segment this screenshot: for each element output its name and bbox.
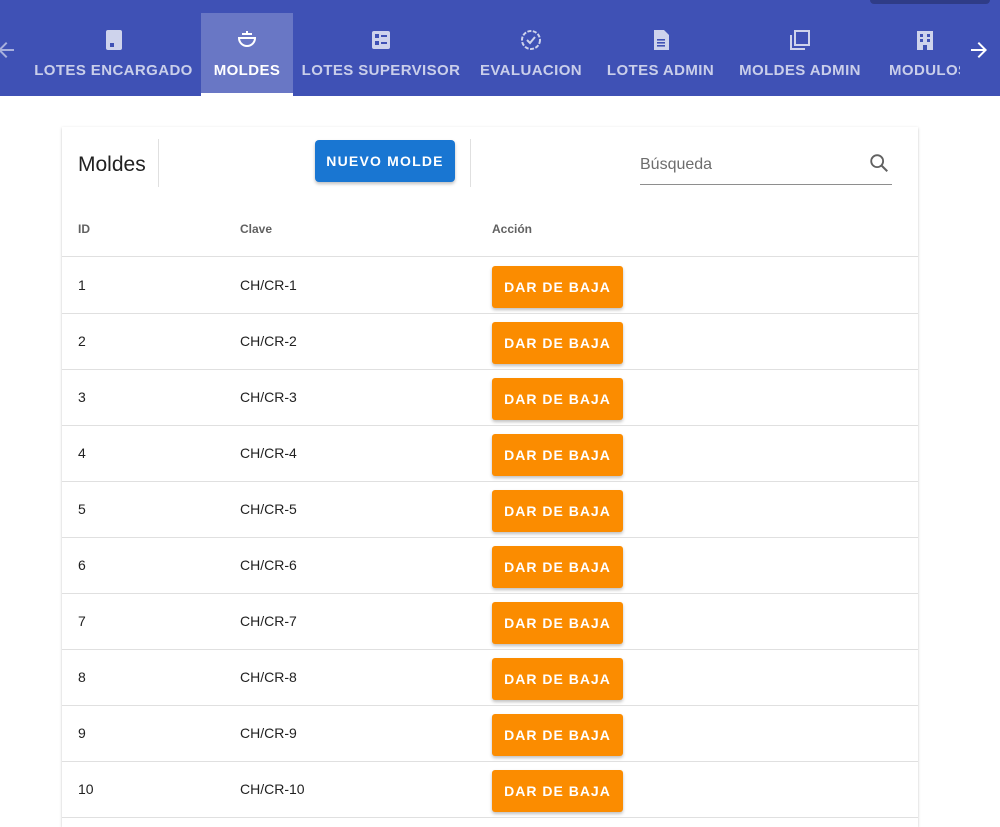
cell-clave: CH/CR-6: [240, 557, 297, 573]
tab-label: MOLDES: [213, 62, 281, 79]
arrow-right-icon[interactable]: [967, 38, 991, 62]
search-field: [640, 149, 892, 185]
tab-lotes-admin[interactable]: LOTES ADMIN: [603, 13, 718, 96]
dar-de-baja-button[interactable]: DAR DE BAJA: [492, 322, 623, 364]
cell-clave: CH/CR-8: [240, 669, 297, 685]
search-input[interactable]: [640, 151, 860, 179]
cell-id: 9: [78, 725, 86, 741]
table-header: ID Clave Acción: [62, 207, 918, 257]
tab-moldes[interactable]: MOLDES: [201, 13, 293, 96]
dar-de-baja-button[interactable]: DAR DE BAJA: [492, 714, 623, 756]
column-header-accion: Acción: [492, 222, 533, 236]
page-title: Moldes: [78, 153, 146, 176]
dar-de-baja-button[interactable]: DAR DE BAJA: [492, 546, 623, 588]
dar-de-baja-button[interactable]: DAR DE BAJA: [492, 490, 623, 532]
table-row: 7 CH/CR-7 DAR DE BAJA: [62, 594, 918, 650]
tab-label: MODULOS: [889, 62, 960, 79]
search-icon[interactable]: [868, 152, 890, 174]
table-row: 3 CH/CR-3 DAR DE BAJA: [62, 370, 918, 426]
table-row: 9 CH/CR-9 DAR DE BAJA: [62, 706, 918, 762]
column-header-clave[interactable]: Clave: [240, 222, 272, 236]
cell-id: 7: [78, 613, 86, 629]
cell-id: 6: [78, 557, 86, 573]
dar-de-baja-button[interactable]: DAR DE BAJA: [492, 266, 623, 308]
tab-lotes-encargado[interactable]: LOTES ENCARGADO: [28, 13, 199, 96]
sd-card-icon: [102, 28, 126, 52]
cell-clave: CH/CR-7: [240, 613, 297, 629]
tab-label: EVALUACION: [479, 62, 583, 79]
table-row: 4 CH/CR-4 DAR DE BAJA: [62, 426, 918, 482]
table-row: 1 CH/CR-1 DAR DE BAJA: [62, 258, 918, 314]
cell-clave: CH/CR-10: [240, 781, 305, 797]
table-row: 10 CH/CR-10 DAR DE BAJA: [62, 762, 918, 818]
dar-de-baja-button[interactable]: DAR DE BAJA: [492, 770, 623, 812]
cell-clave: CH/CR-4: [240, 445, 297, 461]
dar-de-baja-button[interactable]: DAR DE BAJA: [492, 378, 623, 420]
tab-label: LOTES SUPERVISOR: [301, 62, 461, 79]
toolbar-shadow: [870, 0, 990, 4]
toolbar-divider: [470, 139, 471, 187]
cell-id: 3: [78, 389, 86, 405]
cell-id: 8: [78, 669, 86, 685]
bowl-icon: [235, 28, 259, 52]
dar-de-baja-button[interactable]: DAR DE BAJA: [492, 602, 623, 644]
cell-id: 2: [78, 333, 86, 349]
table-row: 5 CH/CR-5 DAR DE BAJA: [62, 482, 918, 538]
moldes-card: Moldes NUEVO MOLDE ID Clave Acción 1 CH/…: [62, 127, 918, 827]
cell-clave: CH/CR-1: [240, 277, 297, 293]
copy-icon: [788, 28, 812, 52]
tab-moldes-admin[interactable]: MOLDES ADMIN: [735, 13, 865, 96]
dar-de-baja-button[interactable]: DAR DE BAJA: [492, 658, 623, 700]
table-row: 8 CH/CR-8 DAR DE BAJA: [62, 650, 918, 706]
checklist-icon: [369, 28, 393, 52]
cell-id: 10: [78, 781, 94, 797]
cell-id: 4: [78, 445, 86, 461]
cell-clave: CH/CR-2: [240, 333, 297, 349]
cell-clave: CH/CR-9: [240, 725, 297, 741]
tab-label: MOLDES ADMIN: [739, 62, 861, 79]
new-mold-button[interactable]: NUEVO MOLDE: [315, 140, 455, 182]
cell-clave: CH/CR-3: [240, 389, 297, 405]
column-header-id[interactable]: ID: [78, 222, 90, 236]
tab-label: LOTES ADMIN: [606, 62, 715, 79]
table-row: 2 CH/CR-2 DAR DE BAJA: [62, 314, 918, 370]
dar-de-baja-button[interactable]: DAR DE BAJA: [492, 434, 623, 476]
building-icon: [913, 28, 937, 52]
nav-tabs: LOTES ENCARGADO MOLDES LOTES SUPERVISOR …: [0, 13, 1000, 96]
cell-id: 1: [78, 277, 86, 293]
cell-clave: CH/CR-5: [240, 501, 297, 517]
top-navigation-bar: LOTES ENCARGADO MOLDES LOTES SUPERVISOR …: [0, 0, 1000, 96]
tab-label: LOTES ENCARGADO: [34, 62, 193, 79]
table-row: 6 CH/CR-6 DAR DE BAJA: [62, 538, 918, 594]
verified-badge-icon: [519, 28, 543, 52]
tab-modulos[interactable]: MODULOS: [880, 13, 960, 96]
cell-id: 5: [78, 501, 86, 517]
tab-evaluacion[interactable]: EVALUACION: [476, 13, 586, 96]
document-icon: [649, 28, 673, 52]
toolbar-divider: [158, 139, 159, 187]
tab-lotes-supervisor[interactable]: LOTES SUPERVISOR: [302, 13, 460, 96]
